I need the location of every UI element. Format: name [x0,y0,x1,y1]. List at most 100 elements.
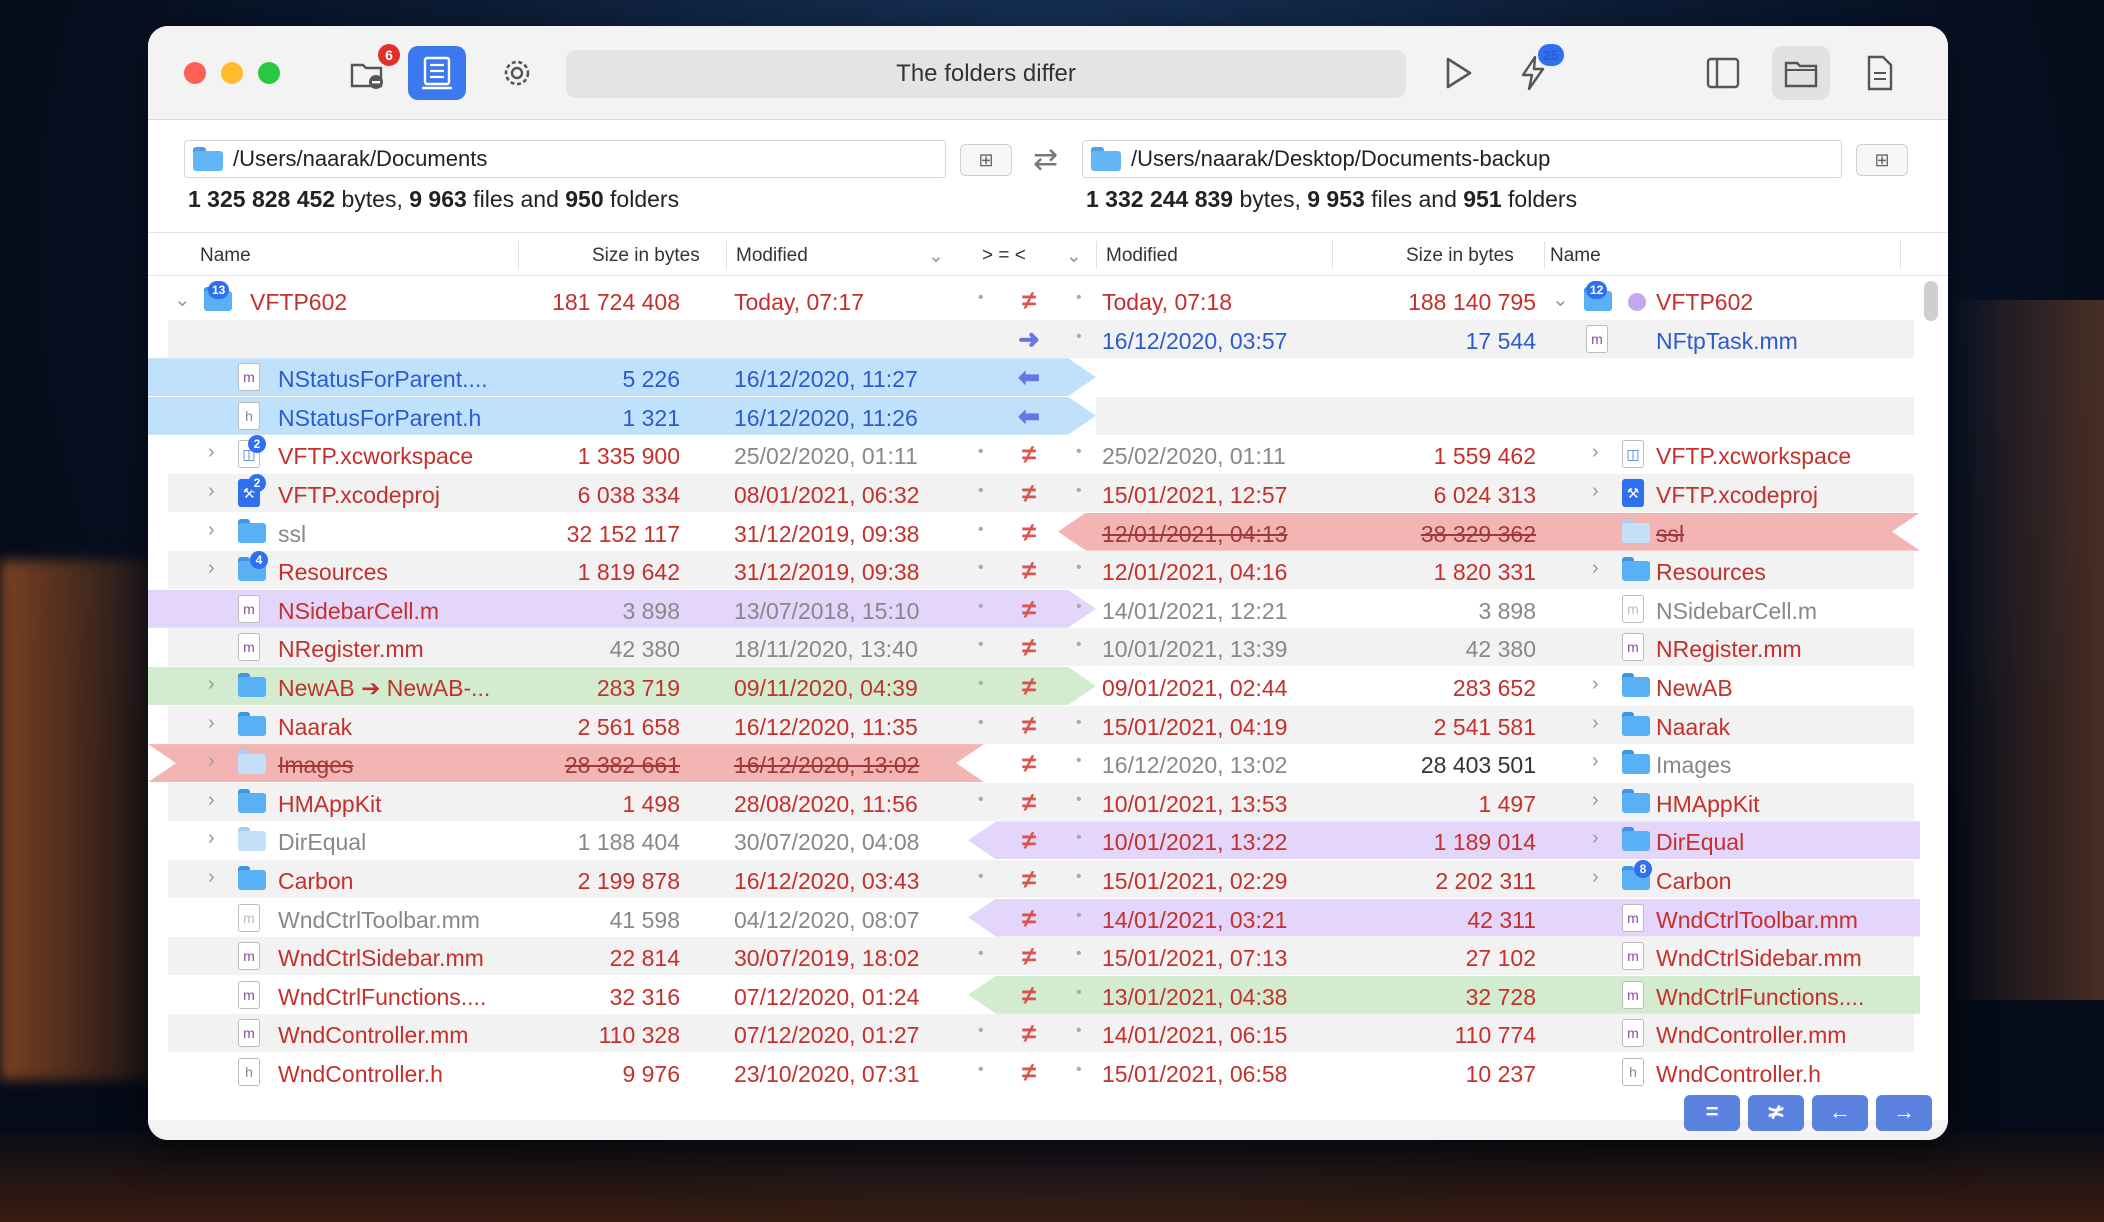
table-row[interactable]: h NStatusForParent.h 1 321 16/12/2020, 1… [148,396,1920,436]
chevron-right-icon[interactable]: › [1592,827,1599,850]
vertical-scrollbar[interactable] [1924,281,1938,321]
right-browse-button[interactable]: ⊞ [1856,144,1908,176]
actions-button[interactable]: 25 [1504,44,1564,100]
right-modified: 16/12/2020, 13:02 [1102,752,1288,779]
header-right-size[interactable]: Size in bytes [1406,245,1514,267]
table-row[interactable]: › ssl 32 152 117 31/12/2019, 09:38 • ≠ 1… [148,512,1920,552]
chevron-right-icon[interactable]: › [208,519,215,542]
chevron-right-icon[interactable]: › [1592,866,1599,889]
table-row[interactable]: › HMAppKit 1 498 28/08/2020, 11:56 • ≠ •… [148,782,1920,822]
settings-button[interactable] [488,46,546,100]
header-size[interactable]: Size in bytes [592,245,700,267]
right-modified: 14/01/2021, 06:15 [1102,1022,1288,1049]
left-bytes: 1 325 828 452 [188,186,336,212]
start-compare-button[interactable] [1428,46,1486,100]
table-row[interactable]: › NewAB ➔ NewAB-... 283 719 09/11/2020, … [148,666,1920,706]
table-row[interactable]: › Carbon 2 199 878 16/12/2020, 03:43 • ≠… [148,859,1920,899]
right-modified: 10/01/2021, 13:53 [1102,790,1288,817]
table-row[interactable]: ➜ • 16/12/2020, 03:57 17 544 m NFtpTask.… [148,319,1920,359]
chevron-right-icon[interactable]: › [208,712,215,735]
close-window-button[interactable] [184,62,206,84]
right-size: 6 024 313 [1433,481,1536,508]
folder-mode-button[interactable] [1772,46,1830,100]
comparison-status: The folders differ [566,50,1406,98]
chevron-right-icon[interactable]: › [208,480,215,503]
chevron-right-icon[interactable]: › [208,750,215,773]
chevron-down-icon[interactable]: ⌄ [928,245,944,268]
chevron-down-icon[interactable]: ⌄ [1552,287,1569,312]
left-name: ssl [278,520,307,547]
chevron-down-icon[interactable]: ⌄ [174,287,191,312]
table-row[interactable]: h WndController.h 9 976 23/10/2020, 07:3… [148,1053,1920,1092]
list-view-button[interactable] [408,46,466,100]
chevron-right-icon[interactable]: › [1592,441,1599,464]
left-path-field[interactable]: /Users/naarak/Documents [184,140,946,178]
minimize-window-button[interactable] [221,62,243,84]
left-name: WndCtrlSidebar.mm [278,945,484,972]
table-row[interactable]: ⌄ 13 VFTP602 181 724 408 Today, 07:17 • … [148,281,1920,320]
header-modified[interactable]: Modified [736,245,808,267]
header-right-name[interactable]: Name [1550,245,1601,267]
show-different-button[interactable]: ≭ [1748,1095,1804,1131]
chevron-down-icon[interactable]: ⌄ [1066,245,1082,268]
table-row[interactable]: m WndController.mm 110 328 07/12/2020, 0… [148,1014,1920,1053]
table-row[interactable]: m NSidebarCell.m 3 898 13/07/2018, 15:10… [148,589,1920,629]
table-row[interactable]: m NStatusForParent.... 5 226 16/12/2020,… [148,358,1920,397]
left-modified: 16/12/2020, 11:26 [734,404,918,431]
row-stripe [1096,396,1914,435]
chevron-right-icon[interactable]: › [208,557,215,580]
chevron-right-icon[interactable]: › [208,827,215,850]
right-name: NFtpTask.mm [1656,327,1798,354]
right-name: WndCtrlToolbar.mm [1656,906,1858,933]
chevron-right-icon[interactable]: › [208,866,215,889]
folder-icon [1622,518,1650,543]
left-browse-button[interactable]: ⊞ [960,144,1012,176]
dot-icon: • [1076,790,1082,808]
table-row[interactable]: › Naarak 2 561 658 16/12/2020, 11:35 • ≠… [148,705,1920,745]
file-mode-button[interactable] [1850,46,1908,100]
right-name: WndController.h [1656,1060,1821,1087]
objc-file-icon: m [238,980,260,1009]
history-button[interactable]: 6 [338,44,400,100]
chevron-right-icon[interactable]: › [208,441,215,464]
header-right-modified[interactable]: Modified [1106,245,1178,267]
table-row[interactable]: › DirEqual 1 188 404 30/07/2020, 04:08 ≠… [148,821,1920,860]
header-compare[interactable]: > = < [982,245,1026,267]
swap-sides-button[interactable]: ⇄ [1033,142,1058,177]
chevron-right-icon[interactable]: › [1592,789,1599,812]
show-right-newer-button[interactable]: → [1876,1095,1932,1131]
table-row[interactable]: m WndCtrlFunctions.... 32 316 07/12/2020… [148,975,1920,1015]
left-size: 283 719 [596,674,680,701]
show-left-newer-button[interactable]: ← [1812,1095,1868,1131]
header-name[interactable]: Name [200,245,251,267]
table-row[interactable]: m NRegister.mm 42 380 18/11/2020, 13:40 … [148,628,1920,667]
table-row[interactable]: m WndCtrlToolbar.mm 41 598 04/12/2020, 0… [148,898,1920,938]
table-row[interactable]: m WndCtrlSidebar.mm 22 814 30/07/2019, 1… [148,937,1920,976]
chevron-right-icon[interactable]: › [1592,750,1599,773]
status-footer [148,1120,1948,1140]
chevron-right-icon[interactable]: › [1592,480,1599,503]
chevron-right-icon[interactable]: › [1592,557,1599,580]
zoom-window-button[interactable] [258,62,280,84]
left-folders: 950 [565,186,604,212]
right-path-field[interactable]: /Users/naarak/Desktop/Documents-backup [1082,140,1842,178]
right-modified: 12/01/2021, 04:13 [1102,520,1288,547]
right-size: 38 329 362 [1420,520,1536,547]
chevron-right-icon[interactable]: › [1592,673,1599,696]
workspace-file-icon: ◫ [1622,440,1644,469]
column-headers: Name Size in bytes Modified ⌄ > = < ⌄ Mo… [148,232,1948,276]
show-equal-button[interactable]: = [1684,1095,1740,1131]
chevron-right-icon[interactable]: › [1592,712,1599,735]
table-row[interactable]: › ◫ 2 VFTP.xcworkspace 1 335 900 25/02/2… [148,435,1920,474]
not-equal-icon: ≠ [1021,979,1037,1010]
chevron-right-icon[interactable]: › [208,789,215,812]
table-row[interactable]: › 4 Resources 1 819 642 31/12/2019, 09:3… [148,551,1920,590]
table-row[interactable]: › Images 28 382 661 16/12/2020, 13:02 ≠ … [148,744,1920,783]
not-equal-icon: ≠ [1021,555,1037,586]
left-name: NStatusForParent.... [278,366,488,393]
toggle-sidebar-button[interactable] [1694,46,1752,100]
chevron-right-icon[interactable]: › [208,673,215,696]
dot-icon: • [978,520,984,538]
not-equal-icon: ≠ [1021,863,1037,894]
table-row[interactable]: › ⚒ 2 VFTP.xcodeproj 6 038 334 08/01/202… [148,473,1920,513]
